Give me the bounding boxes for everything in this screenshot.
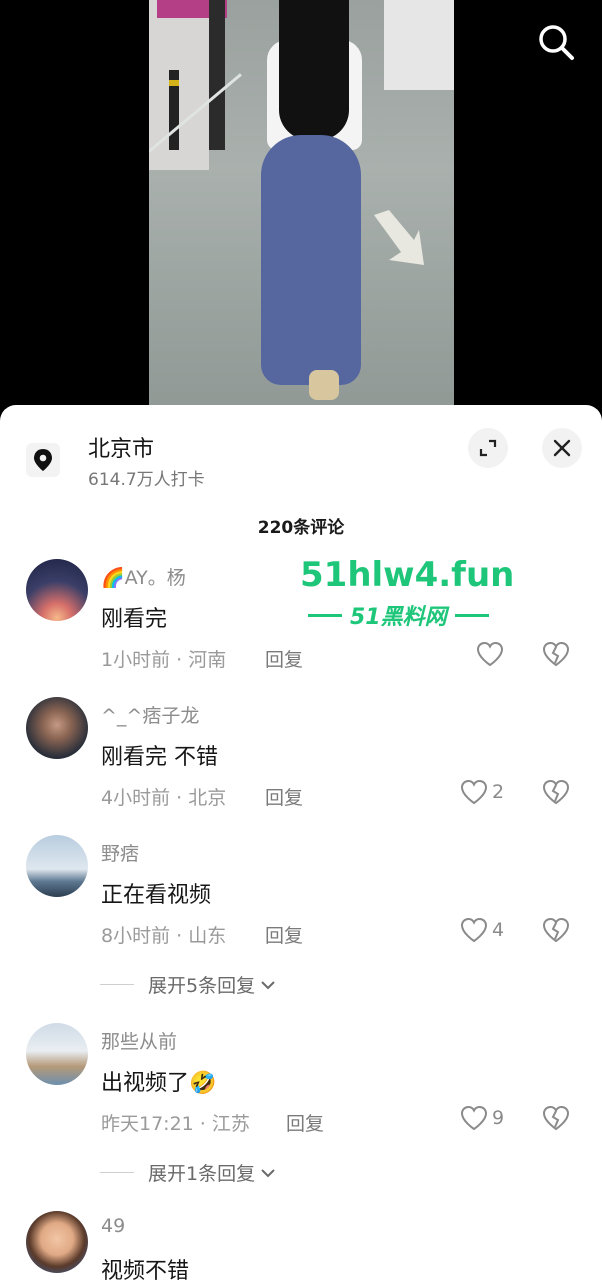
like-button[interactable]: 4 [460, 917, 504, 943]
comment-meta: 1小时前 · 河南 [101, 649, 227, 671]
close-button[interactable] [542, 428, 582, 468]
like-count: 9 [492, 1107, 505, 1129]
comment-username[interactable]: 🌈AY。杨 [101, 563, 186, 590]
dislike-button[interactable] [542, 917, 570, 947]
expand-replies-button[interactable]: 展开1条回复 [100, 1159, 277, 1186]
video-player[interactable] [0, 0, 602, 420]
dislike-button[interactable] [542, 1105, 570, 1135]
broken-heart-icon [542, 641, 570, 667]
reply-button[interactable]: 回复 [265, 645, 303, 672]
avatar[interactable] [26, 835, 88, 897]
reply-button[interactable]: 回复 [265, 921, 303, 948]
comment-sheet: 北京市 614.7万人打卡 220条评论 🌈AY。杨 刚看完 1小时前 · 河南… [0, 405, 602, 1280]
search-button[interactable] [534, 20, 578, 64]
heart-icon [460, 1105, 488, 1131]
heart-icon [460, 917, 488, 943]
person-hair [279, 0, 349, 140]
like-button[interactable] [476, 641, 504, 667]
location-bar[interactable]: 北京市 614.7万人打卡 [0, 405, 602, 505]
comment-username[interactable]: 野痞 [101, 839, 139, 866]
comment-meta: 昨天17:21 · 江苏 [101, 1113, 250, 1135]
close-icon [553, 439, 571, 457]
video-wall-right [384, 0, 454, 90]
dislike-button[interactable] [542, 641, 570, 671]
search-icon [539, 25, 574, 60]
watermark: 51hlw4.fun 51黑料网 [300, 555, 540, 631]
comment-text: 正在看视频 [101, 883, 212, 908]
like-count: 4 [492, 919, 505, 941]
heart-icon [460, 779, 488, 805]
reply-button[interactable]: 回复 [286, 1109, 324, 1136]
like-button[interactable]: 2 [460, 779, 504, 805]
video-pillar [209, 0, 225, 150]
comment-meta: 8小时前 · 山东 [101, 925, 227, 947]
comment-meta: 4小时前 · 北京 [101, 787, 227, 809]
comment-text: 视频不错 [101, 1259, 190, 1280]
watermark-sub-text: 51黑料网 [350, 605, 447, 630]
person-pants [261, 135, 361, 385]
divider [100, 984, 134, 985]
video-frame [149, 0, 454, 420]
expand-icon [479, 439, 497, 457]
watermark-main: 51hlw4.fun [300, 555, 515, 595]
comment-username[interactable]: ^_^痞子龙 [101, 701, 199, 728]
comment-username[interactable]: 那些从前 [101, 1027, 177, 1054]
expand-replies-label: 展开1条回复 [148, 1163, 256, 1185]
expand-button[interactable] [468, 428, 508, 468]
comment-username[interactable]: 49 [101, 1215, 125, 1237]
comment-text: 刚看完 [101, 607, 168, 632]
like-count: 2 [492, 781, 505, 803]
video-bollard [169, 70, 179, 150]
expand-replies-button[interactable]: 展开5条回复 [100, 971, 277, 998]
broken-heart-icon [542, 779, 570, 805]
divider [100, 1172, 134, 1173]
watermark-sub: 51黑料网 [300, 599, 540, 631]
location-name: 北京市 [88, 437, 155, 462]
comment-text: 刚看完 不错 [101, 745, 218, 770]
dislike-button[interactable] [542, 779, 570, 809]
watermark-dash [308, 613, 342, 617]
comment-text: 出视频了🤣 [101, 1071, 217, 1096]
chevron-down-icon [261, 980, 275, 989]
broken-heart-icon [542, 1105, 570, 1131]
avatar[interactable] [26, 1211, 88, 1273]
chevron-down-icon [261, 1168, 275, 1177]
broken-heart-icon [542, 917, 570, 943]
person-shoe [309, 370, 339, 400]
heart-icon [476, 641, 504, 667]
reply-button[interactable]: 回复 [265, 783, 303, 810]
comment-count: 220条评论 [257, 518, 345, 538]
expand-replies-label: 展开5条回复 [148, 975, 256, 997]
watermark-dash [454, 613, 489, 617]
floor-arrow [374, 210, 424, 265]
location-pin-icon [26, 443, 60, 477]
like-button[interactable]: 9 [460, 1105, 504, 1131]
avatar[interactable] [26, 559, 88, 621]
avatar[interactable] [26, 697, 88, 759]
avatar[interactable] [26, 1023, 88, 1085]
location-checkins: 614.7万人打卡 [88, 470, 205, 490]
